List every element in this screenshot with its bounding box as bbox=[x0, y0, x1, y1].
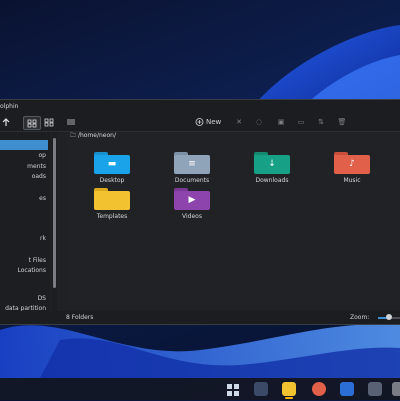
copy-button[interactable]: ◌ bbox=[254, 116, 264, 128]
sidebar-item-documents[interactable]: ments bbox=[0, 162, 48, 172]
file-manager-app-icon[interactable] bbox=[282, 382, 296, 396]
sidebar-item-network[interactable]: rk bbox=[0, 234, 48, 244]
compact-view-icon bbox=[44, 118, 54, 127]
paste-button[interactable]: ▣ bbox=[276, 116, 286, 128]
new-button-label: New bbox=[205, 118, 222, 126]
folder-small-icon: 🗀 bbox=[70, 132, 77, 139]
list-view-icon bbox=[67, 119, 75, 125]
folder-label: Desktop bbox=[99, 177, 125, 184]
folder-label: Documents bbox=[174, 177, 210, 184]
sidebar-item-downloads[interactable]: oads bbox=[0, 172, 48, 182]
rename-button[interactable]: ▭ bbox=[296, 116, 306, 128]
sidebar-item-7[interactable] bbox=[0, 214, 48, 224]
documents-folder-icon: ≡ bbox=[174, 152, 210, 174]
sort-button[interactable]: ⇅ bbox=[316, 116, 326, 128]
downloads-folder-icon: ↓ bbox=[254, 152, 290, 174]
new-button[interactable]: New bbox=[190, 116, 226, 128]
location-path: /home/neon/ bbox=[77, 132, 116, 139]
sidebar-item-desktop[interactable]: op bbox=[0, 151, 48, 161]
folder-desktop[interactable]: ▬ Desktop bbox=[82, 152, 142, 184]
details-view-button[interactable] bbox=[65, 116, 77, 128]
location-bar[interactable]: 🗀 /home/neon/ bbox=[70, 131, 400, 141]
title-bar: olphin bbox=[0, 100, 400, 113]
sidebar-item-device-os[interactable]: DS bbox=[0, 294, 48, 304]
trash-icon: 🗑 bbox=[337, 118, 347, 126]
window-title: olphin bbox=[0, 103, 19, 110]
sidebar-item-recent-files[interactable]: t Files bbox=[0, 256, 48, 266]
rename-icon: ▭ bbox=[297, 118, 305, 126]
browser-app-icon[interactable] bbox=[312, 382, 326, 396]
zoom-label: Zoom: bbox=[350, 314, 370, 321]
mail-app-icon[interactable] bbox=[340, 382, 354, 396]
folder-label: Music bbox=[343, 177, 361, 184]
scrollbar-thumb[interactable] bbox=[53, 138, 56, 288]
folder-documents[interactable]: ≡ Documents bbox=[162, 152, 222, 184]
folder-label: Templates bbox=[96, 213, 128, 220]
folder-downloads[interactable]: ↓ Downloads bbox=[242, 152, 302, 184]
sidebar-item-8[interactable] bbox=[0, 224, 48, 234]
trash-button[interactable]: 🗑 bbox=[337, 116, 347, 128]
zoom-slider[interactable] bbox=[378, 314, 400, 320]
system-tray-icon[interactable] bbox=[392, 382, 400, 396]
sidebar-item-5[interactable]: es bbox=[0, 194, 48, 204]
active-app-indicator bbox=[285, 397, 293, 399]
start-menu-icon[interactable] bbox=[226, 382, 240, 396]
sidebar-item-6[interactable] bbox=[0, 204, 48, 214]
folder-music[interactable]: ♪ Music bbox=[322, 152, 382, 184]
places-sidebar: op ments oads es rk t Files Locations DS… bbox=[0, 132, 50, 313]
videos-folder-icon: ▶ bbox=[174, 188, 210, 210]
sidebar-item-recent-locations[interactable]: Locations bbox=[0, 266, 48, 276]
desktop-folder-icon: ▬ bbox=[94, 152, 130, 174]
status-bar: 8 Folders Zoom: bbox=[0, 311, 400, 324]
plus-circle-icon bbox=[195, 118, 204, 126]
music-folder-icon: ♪ bbox=[334, 152, 370, 174]
sort-icon: ⇅ bbox=[318, 118, 324, 126]
grid-view-icon bbox=[27, 119, 37, 128]
cut-icon: ✕ bbox=[236, 118, 242, 126]
folder-count: 8 Folders bbox=[66, 314, 94, 321]
settings-app-icon[interactable] bbox=[254, 382, 268, 396]
folder-videos[interactable]: ▶ Videos bbox=[162, 188, 222, 220]
paste-icon: ▣ bbox=[277, 118, 285, 126]
taskbar bbox=[0, 378, 400, 400]
copy-icon: ◌ bbox=[255, 118, 263, 126]
sidebar-scrollbar[interactable] bbox=[52, 132, 57, 313]
back-arrow-icon[interactable] bbox=[0, 116, 12, 128]
icons-view-button[interactable] bbox=[23, 116, 41, 130]
terminal-app-icon[interactable] bbox=[368, 382, 382, 396]
folder-templates[interactable]: Templates bbox=[82, 188, 142, 220]
cut-button[interactable]: ✕ bbox=[234, 116, 244, 128]
sidebar-item-home[interactable] bbox=[0, 140, 48, 150]
zoom-slider-handle[interactable] bbox=[386, 314, 392, 320]
compact-view-button[interactable] bbox=[43, 116, 55, 128]
folder-label: Downloads bbox=[255, 177, 289, 184]
toolbar: New ✕ ◌ ▣ ▭ ⇅ 🗑 bbox=[0, 113, 400, 132]
folder-label: Videos bbox=[182, 213, 202, 220]
file-view[interactable]: ▬ Desktop ≡ Documents ↓ Downloads ♪ Musi… bbox=[66, 132, 400, 309]
templates-folder-icon bbox=[94, 188, 130, 210]
